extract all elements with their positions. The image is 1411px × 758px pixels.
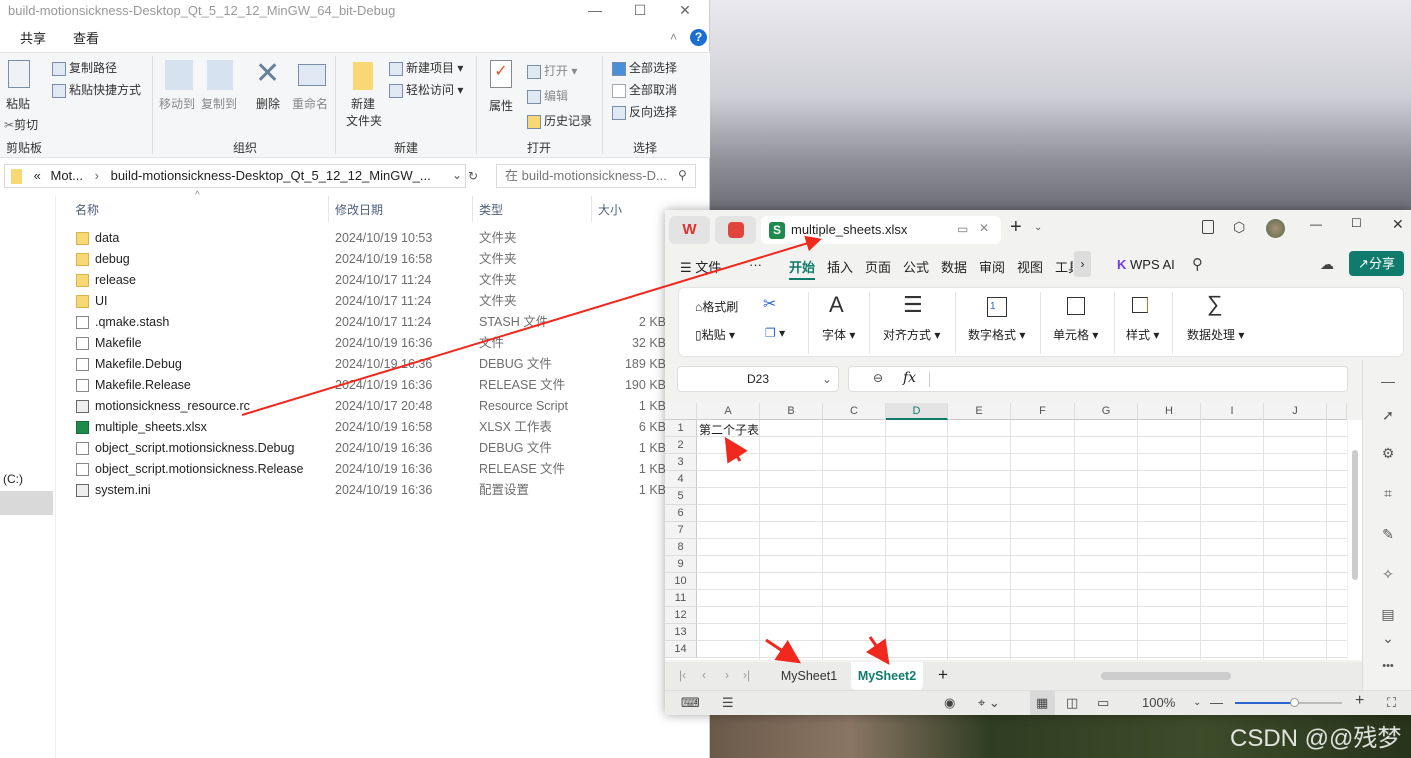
arrow-file-to-window [241,235,822,416]
arrow-to-sheet2 [865,636,890,665]
annotation-arrows [241,235,890,665]
arrow-to-cell-a1 [724,436,748,464]
arrow-to-sheet1 [765,638,801,664]
